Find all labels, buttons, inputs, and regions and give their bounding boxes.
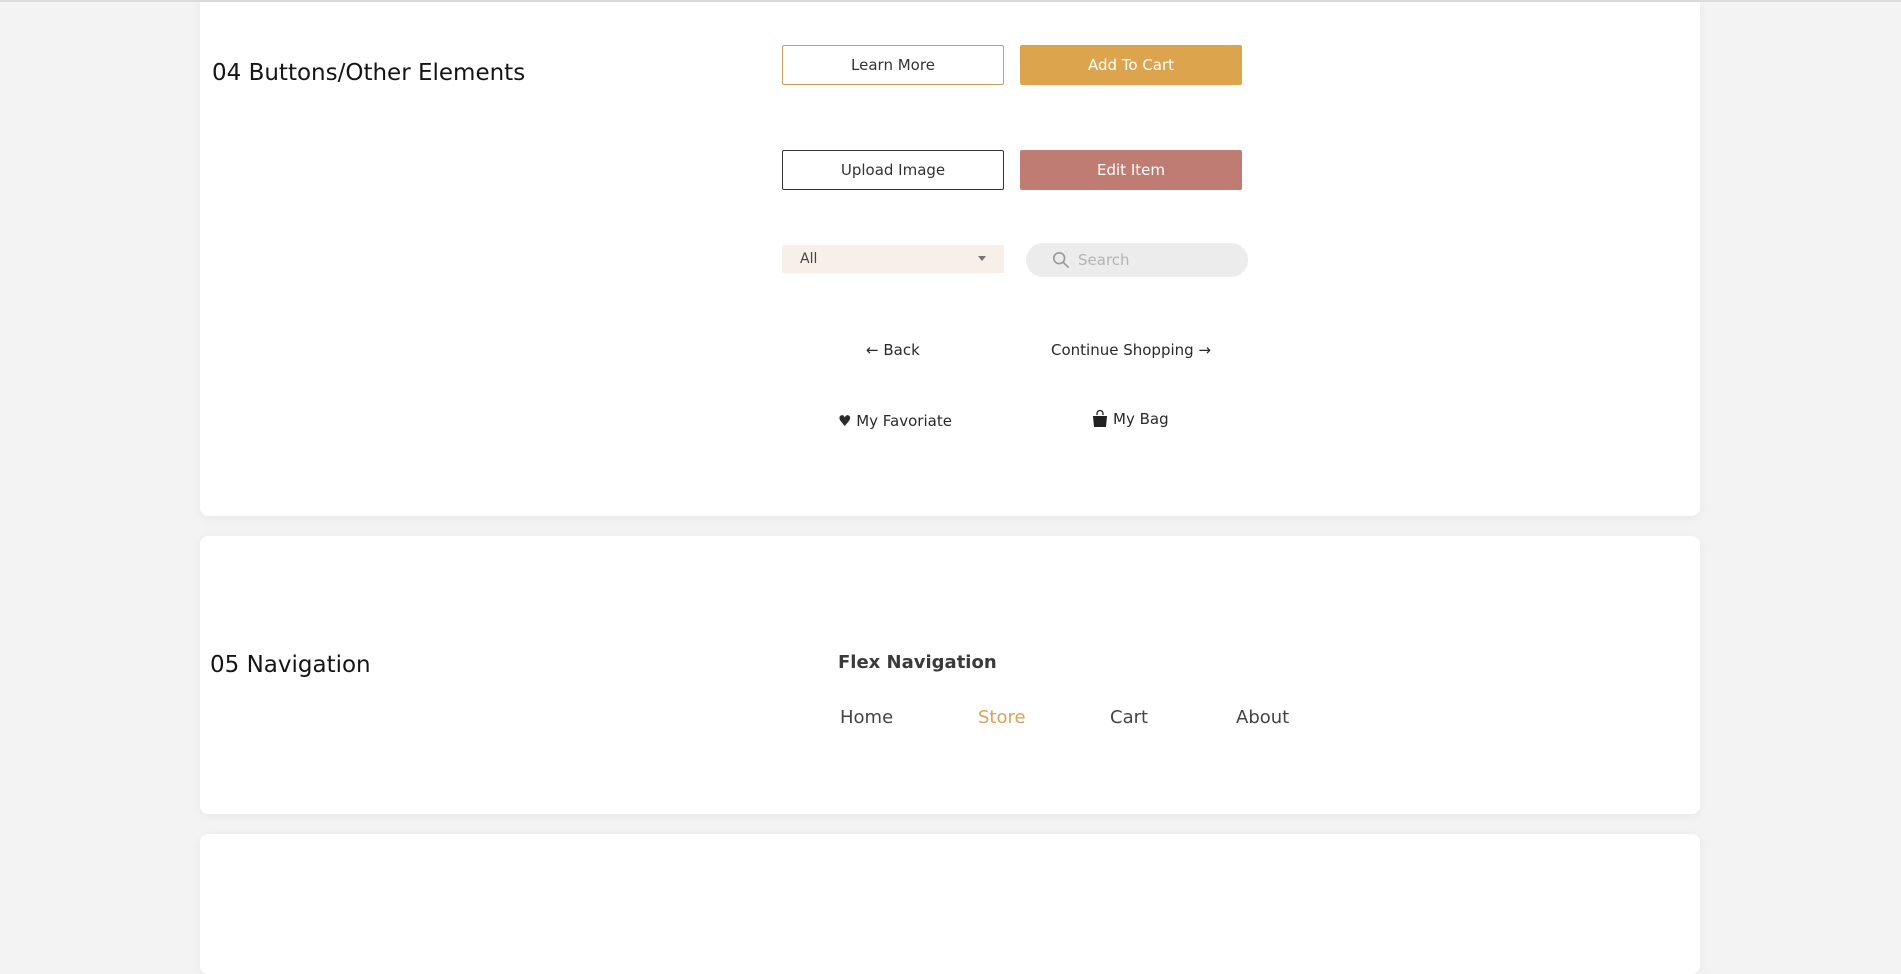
my-favorite-link[interactable]: ♥ My Favoriate <box>838 412 952 430</box>
caret-down-icon <box>978 256 986 261</box>
section-title-navigation: 05 Navigation <box>210 652 371 678</box>
shopping-bag-icon <box>1093 409 1107 427</box>
search-input[interactable] <box>1078 249 1238 271</box>
continue-shopping-link[interactable]: Continue Shopping → <box>1051 341 1211 359</box>
nav-item-about[interactable]: About <box>1236 707 1289 728</box>
next-section-card <box>200 834 1700 974</box>
upload-image-button[interactable]: Upload Image <box>782 150 1004 190</box>
flex-navigation-title: Flex Navigation <box>838 652 997 673</box>
nav-item-store[interactable]: Store <box>978 707 1026 728</box>
search-icon <box>1052 251 1070 269</box>
my-favorite-label: ♥ My Favoriate <box>838 412 952 430</box>
edit-item-button[interactable]: Edit Item <box>1020 150 1242 190</box>
category-select-value: All <box>800 251 818 267</box>
category-select[interactable]: All <box>782 245 1004 273</box>
my-bag-link[interactable]: My Bag <box>1091 409 1169 429</box>
continue-shopping-label: Continue Shopping → <box>1051 341 1211 359</box>
section-title-buttons: 04 Buttons/Other Elements <box>212 60 526 86</box>
my-bag-label: My Bag <box>1113 410 1169 428</box>
navigation-section-card <box>200 536 1700 814</box>
nav-item-home[interactable]: Home <box>840 707 893 728</box>
search-box[interactable] <box>1026 243 1248 277</box>
nav-item-cart[interactable]: Cart <box>1110 707 1148 728</box>
back-link-label: ← Back <box>866 341 920 359</box>
learn-more-button[interactable]: Learn More <box>782 45 1004 85</box>
add-to-cart-button[interactable]: Add To Cart <box>1020 45 1242 85</box>
back-link[interactable]: ← Back <box>866 341 920 359</box>
